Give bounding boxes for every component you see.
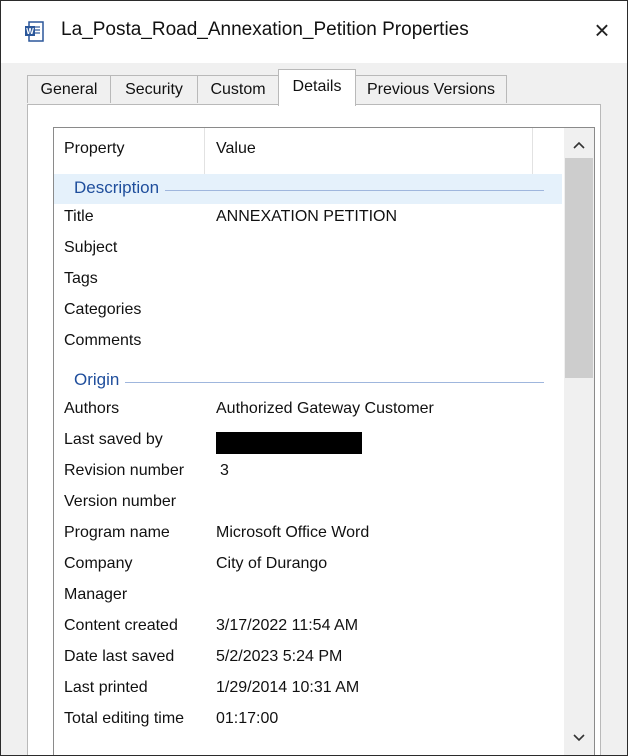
tab-previous-versions[interactable]: Previous Versions [355,75,507,103]
title-bar: W La_Posta_Road_Annexation_Petition Prop… [1,1,627,63]
svg-text:W: W [26,27,34,36]
property-value: 3 [220,462,229,479]
property-value: 5/2/2023 5:24 PM [216,648,343,665]
redaction-bar [216,432,362,454]
details-property-list[interactable]: Property Value Description Title ANNEXAT… [53,127,595,755]
property-row-version-number[interactable]: Version number [54,489,562,520]
property-row-title[interactable]: Title ANNEXATION PETITION [54,204,562,235]
group-divider-line [74,382,544,383]
property-value: Authorized Gateway Customer [216,400,434,417]
property-name: Content created [64,617,178,634]
property-name: Version number [64,493,177,510]
property-row-last-printed[interactable]: Last printed 1/29/2014 10:31 AM [54,675,562,706]
scrollbar-thumb[interactable] [565,158,593,378]
vertical-scrollbar[interactable] [564,128,594,755]
property-name: Categories [64,301,142,318]
chevron-up-icon[interactable] [564,130,594,158]
property-name: Comments [64,332,142,349]
group-label: Origin [74,370,126,390]
word-document-icon: W [25,21,45,43]
property-value: City of Durango [216,555,328,572]
properties-dialog: W La_Posta_Road_Annexation_Petition Prop… [0,0,628,756]
property-row-revision-number[interactable]: Revision number 3 [54,458,562,489]
property-value: ANNEXATION PETITION [216,208,398,225]
property-row-last-saved-by[interactable]: Last saved by [54,427,562,458]
property-name: Company [64,555,133,572]
property-name: Manager [64,586,128,603]
column-header-value[interactable]: Value [216,140,256,158]
property-row-categories[interactable]: Categories [54,297,562,328]
property-name: Program name [64,524,170,541]
property-row-program-name[interactable]: Program name Microsoft Office Word [54,520,562,551]
property-name: Total editing time [64,710,185,727]
property-row-subject[interactable]: Subject [54,235,562,266]
property-name: Authors [64,400,120,417]
column-divider[interactable] [532,128,533,174]
property-row-manager[interactable]: Manager [54,582,562,613]
property-value: 3/17/2022 11:54 AM [216,617,359,634]
property-row-authors[interactable]: Authors Authorized Gateway Customer [54,396,562,427]
property-row-content-created[interactable]: Content created 3/17/2022 11:54 AM [54,613,562,644]
property-value: Microsoft Office Word [216,524,370,541]
property-value: 1/29/2014 10:31 AM [216,679,360,696]
property-row-comments[interactable]: Comments [54,328,562,359]
column-header-row: Property Value [54,128,564,174]
property-name: Title [64,208,94,225]
group-header-origin[interactable]: Origin [54,366,562,396]
property-row-date-last-saved[interactable]: Date last saved 5/2/2023 5:24 PM [54,644,562,675]
chevron-down-icon[interactable] [564,723,594,751]
group-label: Description [74,178,166,198]
property-name: Revision number [64,462,185,479]
property-name: Subject [64,239,118,256]
column-header-property[interactable]: Property [64,140,124,158]
property-name: Last printed [64,679,148,696]
property-row-total-editing-time[interactable]: Total editing time 01:17:00 [54,706,562,737]
property-name: Tags [64,270,98,287]
property-name: Last saved by [64,431,163,448]
property-value: 01:17:00 [216,710,279,727]
window-title: La_Posta_Road_Annexation_Petition Proper… [61,19,469,40]
property-row-company[interactable]: Company City of Durango [54,551,562,582]
tab-general[interactable]: General [27,75,111,103]
close-button[interactable]: × [587,15,617,45]
property-row-tags[interactable]: Tags [54,266,562,297]
tab-custom[interactable]: Custom [197,75,279,103]
property-name: Date last saved [64,648,175,665]
tab-security[interactable]: Security [110,75,198,103]
group-header-description[interactable]: Description [54,174,562,204]
tab-details[interactable]: Details [278,69,356,106]
column-divider[interactable] [204,128,205,174]
